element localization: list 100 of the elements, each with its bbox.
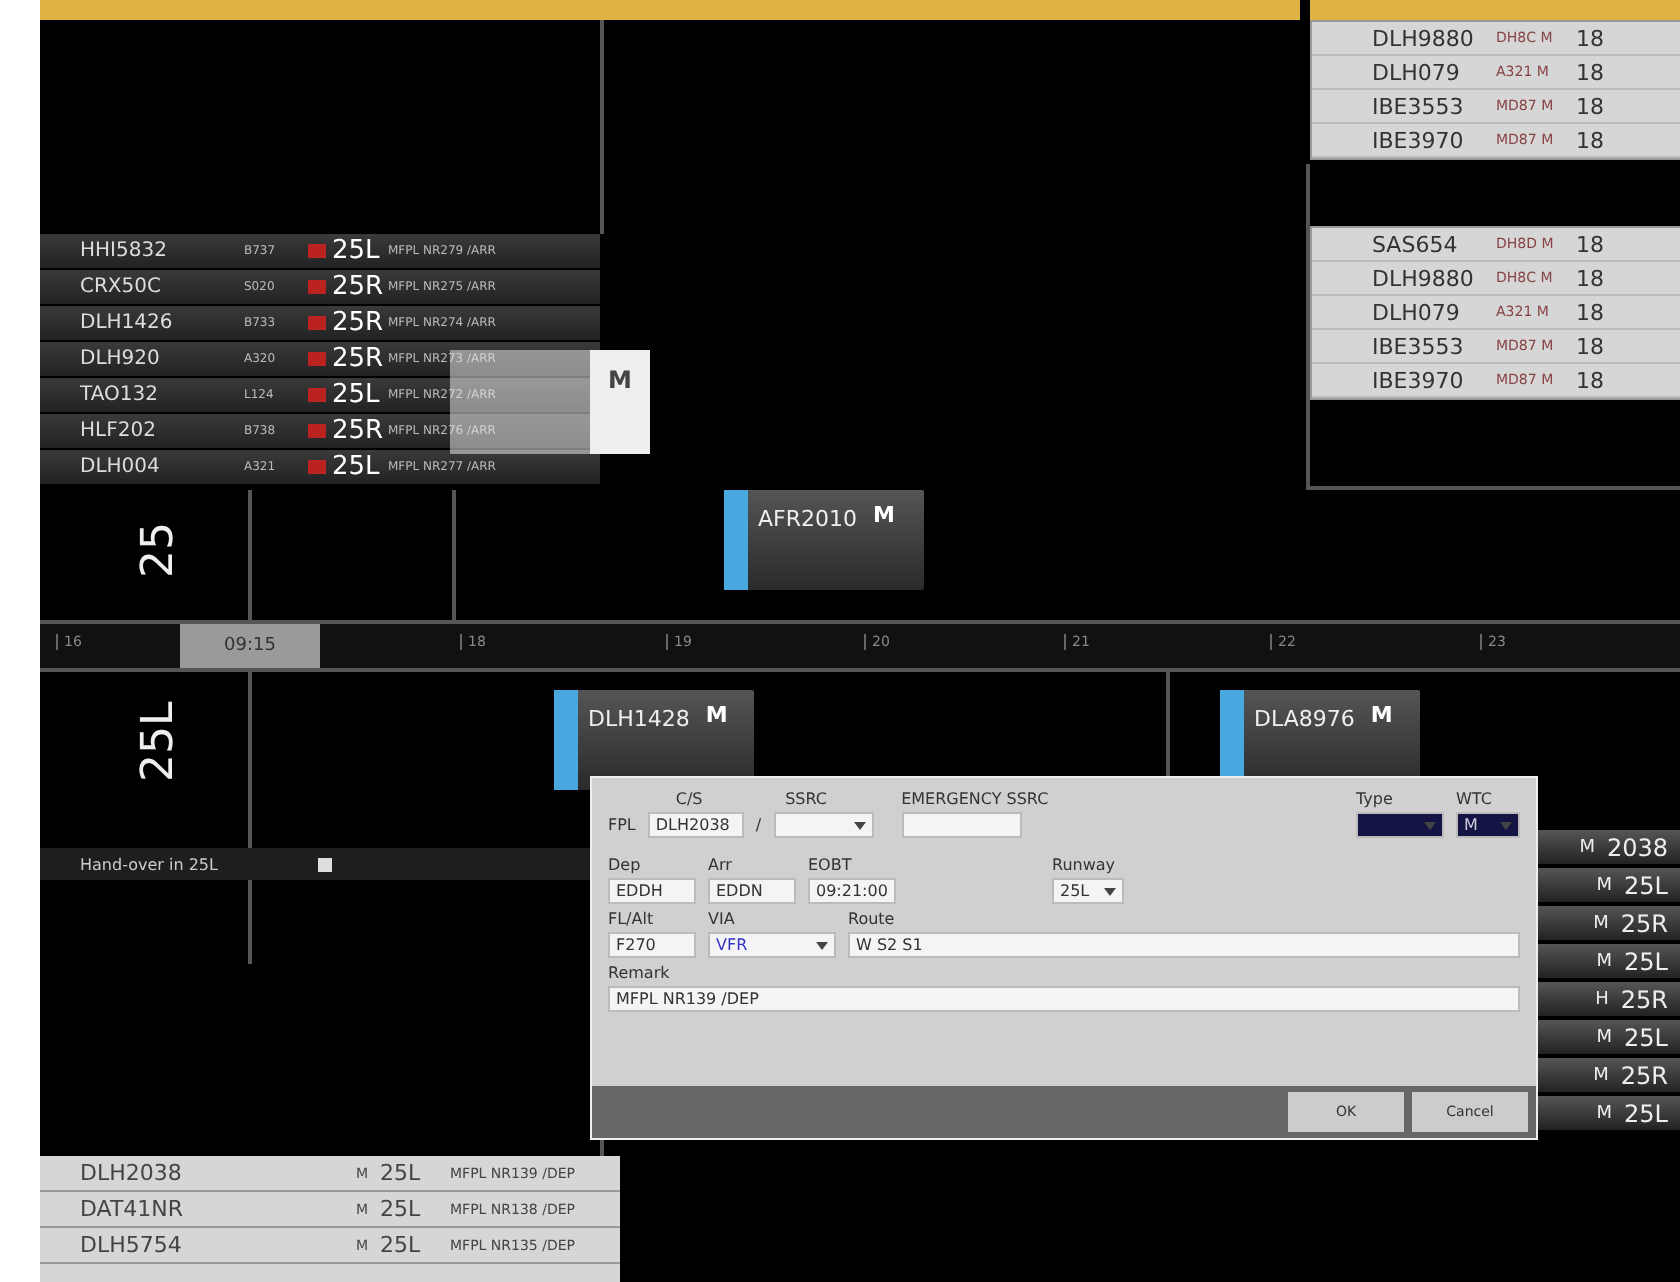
caret-icon xyxy=(853,819,866,831)
field-label: EOBT xyxy=(808,856,854,874)
status-marker xyxy=(308,244,326,258)
runway-text: 25R xyxy=(1620,909,1668,937)
status-marker xyxy=(308,388,326,402)
handover-label: Hand-over in 25L xyxy=(80,855,218,873)
separator-text: / xyxy=(755,816,762,834)
caret-icon xyxy=(1424,819,1436,831)
callsign: HHI5832 xyxy=(80,240,169,262)
via-select[interactable]: VFR xyxy=(708,932,836,958)
callsign: DLH004 xyxy=(80,456,162,478)
status-marker xyxy=(308,460,326,474)
level-text: 18 xyxy=(1574,59,1606,85)
field-label: Dep xyxy=(608,856,643,874)
callsign: AFR2010 xyxy=(756,504,857,536)
runway-text: 25L xyxy=(1624,1023,1668,1051)
wtc-text: M xyxy=(590,350,650,454)
ssrc-select[interactable] xyxy=(773,812,874,838)
callsign: SAS654 xyxy=(1370,231,1460,257)
flight-level-field[interactable]: F270 xyxy=(608,932,696,958)
caret-icon xyxy=(1104,885,1116,897)
callsign: DLH920 xyxy=(80,348,162,370)
field-label: Arr xyxy=(708,856,734,874)
runway-text: 25L xyxy=(1624,947,1668,975)
callsign: DLH2038 xyxy=(80,1160,184,1186)
checkbox[interactable] xyxy=(317,857,332,871)
departure-field[interactable]: EDDH xyxy=(608,878,696,904)
highlight-bar xyxy=(724,490,748,590)
wtc-text: M xyxy=(1593,913,1609,933)
wtc-text: H xyxy=(1595,989,1609,1009)
eobt-field[interactable]: 09:21:00 xyxy=(808,878,896,904)
runway-text: 25L xyxy=(380,1232,423,1258)
runway-label: 25L xyxy=(138,699,182,782)
runway-text: 25L xyxy=(332,236,382,266)
runway-text: 25L xyxy=(332,452,382,482)
runway-text: 25L xyxy=(1624,1099,1668,1127)
callsign: DLH5754 xyxy=(80,1232,184,1258)
arrival-field[interactable]: EDDN xyxy=(708,878,796,904)
level-text: 18 xyxy=(1574,265,1606,291)
field-label: EMERGENCY SSRC xyxy=(901,790,1049,808)
runway-text: 25R xyxy=(332,416,386,446)
caret-icon xyxy=(1500,819,1512,831)
emergency-ssrc-field[interactable] xyxy=(901,812,1022,838)
field-label: Remark xyxy=(608,964,672,982)
wtc-text: M xyxy=(1596,951,1613,971)
highlight-bar xyxy=(554,690,578,790)
callsign: IBE3970 xyxy=(1370,127,1466,153)
runway-label: 25 xyxy=(138,520,182,578)
runway-select[interactable]: 25L xyxy=(1052,878,1124,904)
wtc-text: M xyxy=(1596,875,1613,895)
callsign: DLH1426 xyxy=(80,312,175,334)
runway-text: 25R xyxy=(1620,985,1668,1013)
wtc-text: M xyxy=(1596,1103,1613,1123)
wtc-select[interactable]: M xyxy=(1456,812,1520,838)
status-marker xyxy=(308,280,326,294)
wtc-text: M xyxy=(1579,837,1595,857)
callsign: IBE3970 xyxy=(1370,367,1466,393)
wtc-text: M xyxy=(1368,700,1393,732)
wtc-text: M xyxy=(1596,1027,1613,1047)
runway-text: 25L xyxy=(332,380,382,410)
level-text: 18 xyxy=(1574,25,1606,51)
runway-text: 25R xyxy=(332,272,386,302)
wtc-text: M xyxy=(703,700,728,732)
status-marker xyxy=(308,352,326,366)
runway-text: 25L xyxy=(380,1160,423,1186)
level-text: 18 xyxy=(1574,299,1606,325)
level-text: 18 xyxy=(1574,127,1606,153)
callsign: DLH1428 xyxy=(586,704,690,736)
field-label: VIA xyxy=(708,910,737,928)
status-marker xyxy=(308,424,326,438)
caret-icon xyxy=(816,939,828,951)
runway-text: 2038 xyxy=(1606,833,1668,861)
level-text: 18 xyxy=(1574,93,1606,119)
callsign: IBE3553 xyxy=(1370,333,1466,359)
field-label: Type xyxy=(1356,790,1395,808)
field-label: C/S xyxy=(673,790,705,808)
callsign: TAO132 xyxy=(80,384,160,406)
flight-strip[interactable]: AFR2010 M xyxy=(724,490,924,590)
field-label: Runway xyxy=(1052,856,1118,874)
field-label: Route xyxy=(848,910,897,928)
callsign: DLH079 xyxy=(1370,299,1462,325)
field-label: WTC xyxy=(1456,790,1494,808)
type-select[interactable] xyxy=(1356,812,1444,838)
callsign: DLA8976 xyxy=(1252,704,1355,736)
callsign: CRX50C xyxy=(80,276,163,298)
callsign: DLH079 xyxy=(1370,59,1462,85)
wtc-text: M xyxy=(1593,1065,1609,1085)
remark-field[interactable]: MFPL NR139 /DEP xyxy=(608,986,1520,1012)
runway-text: 25R xyxy=(332,344,386,374)
route-field[interactable]: W S2 S1 xyxy=(848,932,1520,958)
level-text: 18 xyxy=(1574,333,1606,359)
field-label: FL/Alt xyxy=(608,910,656,928)
level-text: 18 xyxy=(1574,367,1606,393)
wtc-text: M xyxy=(871,500,895,532)
runway-text: 25R xyxy=(1620,1061,1668,1089)
runway-text: 25R xyxy=(332,308,386,338)
callsign: DAT41NR xyxy=(80,1196,186,1222)
callsign: DLH9880 xyxy=(1370,265,1476,291)
callsign: HLF202 xyxy=(80,420,158,442)
callsign-field[interactable]: DLH2038 xyxy=(647,812,744,838)
